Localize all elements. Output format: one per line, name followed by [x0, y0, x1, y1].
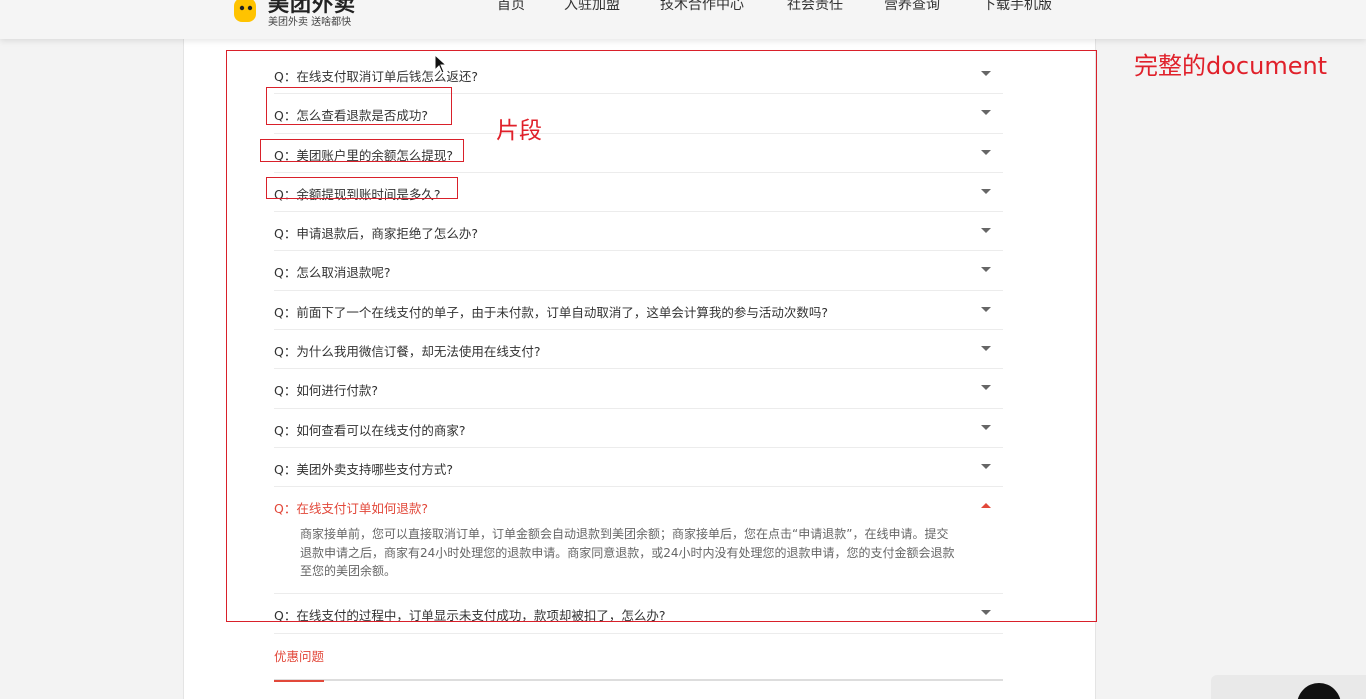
annotation-document-label: 完整的document [1134, 52, 1328, 80]
chevron-up-icon [981, 503, 991, 509]
chevron-down-icon [981, 149, 991, 155]
nav-social-responsibility[interactable]: 社会责任 [787, 0, 843, 14]
faq-question: Q：如何进行付款? [274, 383, 378, 399]
faq-item[interactable]: Q：如何查看可以在线支付的商家? [274, 409, 1003, 448]
chevron-down-icon [981, 71, 991, 76]
content-panel: Q：在线支付取消订单后钱怎么返还? Q：怎么查看退款是否成功? Q：美团账户里的… [183, 39, 1096, 699]
faq-question: Q：怎么查看退款是否成功? [274, 108, 428, 124]
faq-item[interactable]: Q：在线支付取消订单后钱怎么返还? [274, 55, 1003, 95]
faq-item[interactable]: Q：为什么我用微信订餐，却无法使用在线支付? [274, 330, 1003, 370]
chevron-down-icon [981, 463, 991, 469]
chevron-down-icon [981, 424, 991, 430]
nav-home[interactable]: 首页 [497, 0, 525, 14]
top-nav-bar: 美团外卖 美团外卖 送啥都快 首页 入驻加盟 技术合作中心 社会责任 营养查询 … [0, 0, 1366, 39]
chevron-down-icon [981, 610, 991, 616]
person-silhouette [1297, 683, 1341, 699]
faq-question: Q：在线支付订单如何退款? [274, 501, 428, 517]
webcam-overlay [1211, 675, 1366, 699]
faq-question: Q：为什么我用微信订餐，却无法使用在线支付? [274, 344, 541, 360]
nav-tech-partner[interactable]: 技术合作中心 [660, 0, 744, 14]
faq-item[interactable]: Q：余额提现到账时间是多久? [274, 173, 1003, 213]
faq-question: Q：余额提现到账时间是多久? [274, 186, 441, 202]
mouse-cursor-icon [434, 54, 448, 74]
faq-item[interactable]: Q：前面下了一个在线支付的单子，由于未付款，订单自动取消了，这单会计算我的参与活… [274, 291, 1003, 331]
chevron-down-icon [981, 188, 991, 194]
nav-download-app[interactable]: 下载手机版 [982, 0, 1052, 14]
faq-question: Q：怎么取消退款呢? [274, 265, 391, 281]
chevron-down-icon [981, 346, 991, 352]
faq-question: Q：美团外卖支持哪些支付方式? [274, 461, 453, 477]
faq-question: Q：美团账户里的余额怎么提现? [274, 147, 453, 163]
faq-answer: 商家接单前，您可以直接取消订单，订单金额会自动退款到美团余额；商家接单后，您在点… [300, 527, 955, 579]
faq-item[interactable]: Q：美团账户里的余额怎么提现? [274, 134, 1003, 173]
faq-list: Q：在线支付取消订单后钱怎么返还? Q：怎么查看退款是否成功? Q：美团账户里的… [274, 55, 1003, 634]
logo-slogan: 美团外卖 送啥都快 [268, 17, 352, 28]
category-tabs: 优惠问题 [274, 643, 1003, 682]
logo[interactable]: 美团外卖 美团外卖 送啥都快 [232, 0, 382, 38]
tab-discount-questions[interactable]: 优惠问题 [274, 646, 325, 682]
faq-item-expanded[interactable]: Q：在线支付订单如何退款? 商家接单前，您可以直接取消订单，订单金额会自动退款到… [274, 487, 1003, 595]
nav-join[interactable]: 入驻加盟 [564, 0, 620, 14]
chevron-down-icon [981, 385, 991, 391]
faq-question: Q：申请退款后，商家拒绝了怎么办? [274, 226, 478, 242]
faq-item[interactable]: Q：申请退款后，商家拒绝了怎么办? [274, 212, 1003, 252]
faq-question: Q：如何查看可以在线支付的商家? [274, 422, 466, 438]
faq-item[interactable]: Q：怎么取消退款呢? [274, 251, 1003, 291]
chevron-down-icon [981, 306, 991, 312]
faq-item[interactable]: Q：在线支付的过程中，订单显示未支付成功，款项却被扣了，怎么办? [274, 594, 1003, 634]
faq-item[interactable]: Q：美团外卖支持哪些支付方式? [274, 448, 1003, 488]
annotation-fragment-label: 片段 [496, 118, 542, 144]
kangaroo-logo-icon [234, 0, 256, 22]
faq-item[interactable]: Q：怎么查看退款是否成功? [274, 94, 1003, 134]
faq-question: Q：在线支付的过程中，订单显示未支付成功，款项却被扣了，怎么办? [274, 608, 666, 624]
chevron-down-icon [981, 228, 991, 234]
faq-question: Q：前面下了一个在线支付的单子，由于未付款，订单自动取消了，这单会计算我的参与活… [274, 304, 828, 320]
chevron-down-icon [981, 110, 991, 116]
faq-item[interactable]: Q：如何进行付款? [274, 369, 1003, 409]
nav-nutrition[interactable]: 营养查询 [884, 0, 940, 14]
chevron-down-icon [981, 267, 991, 273]
